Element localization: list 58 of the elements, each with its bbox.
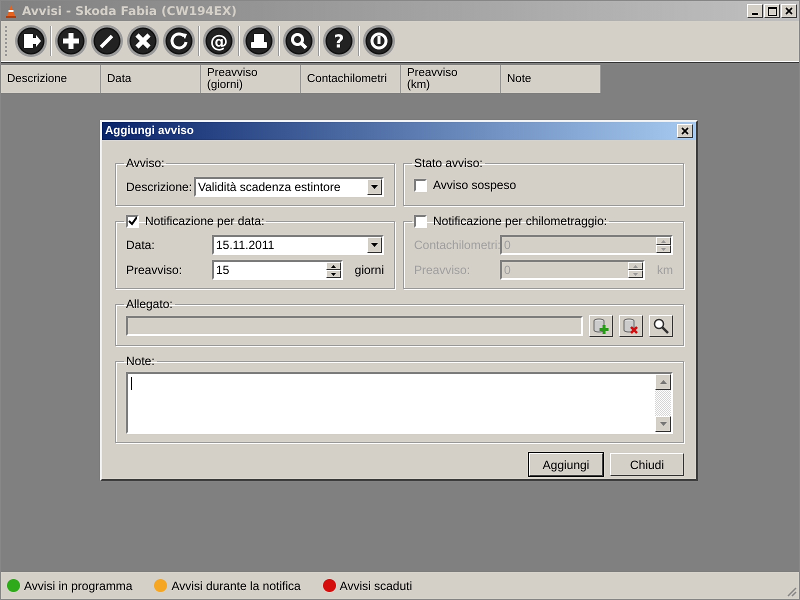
- checkbox-label: Avviso sospeso: [433, 178, 516, 192]
- cone-icon: [5, 4, 17, 18]
- field-label: Descrizione:: [126, 180, 194, 194]
- group-label: Note:: [125, 354, 156, 368]
- print-button[interactable]: [242, 24, 276, 58]
- add-attachment-button[interactable]: [589, 315, 613, 337]
- legend-label: Avvisi durante la notifica: [171, 578, 301, 592]
- edit-button[interactable]: [90, 24, 124, 58]
- email-button[interactable]: @: [202, 24, 236, 58]
- exit-button[interactable]: [14, 24, 48, 58]
- checkbox[interactable]: [414, 178, 427, 192]
- description-dropdown[interactable]: Validità scadenza estintore: [194, 177, 384, 197]
- legend-label: Avvisi scaduti: [340, 578, 412, 592]
- power-button[interactable]: [362, 24, 396, 58]
- date-dropdown[interactable]: 15.11.2011: [212, 235, 384, 255]
- field-label: Data:: [126, 238, 156, 252]
- legend-label: Avvisi in programma: [24, 578, 132, 592]
- remove-attachment-button[interactable]: [619, 315, 643, 337]
- field-label: Preavviso:: [126, 263, 184, 277]
- minimize-button[interactable]: [747, 4, 763, 18]
- close-icon: [785, 7, 793, 15]
- search-button[interactable]: [649, 315, 673, 337]
- unit-label: giorni: [354, 263, 384, 277]
- window-title: Avvisi - Skoda Fabia (CW194EX): [22, 4, 237, 18]
- notes-field[interactable]: [126, 372, 673, 434]
- up-arrow-icon[interactable]: [330, 264, 336, 268]
- group-label: Notificazione per chilometraggio:: [433, 214, 608, 228]
- column-header[interactable]: Preavviso (giorni): [201, 65, 301, 93]
- maximize-button[interactable]: [764, 4, 780, 18]
- close-dialog-button[interactable]: Chiudi: [610, 453, 684, 476]
- help-button[interactable]: ?: [322, 24, 356, 58]
- number-spinner[interactable]: 15: [212, 260, 343, 280]
- down-arrow-icon[interactable]: [330, 272, 336, 276]
- column-header[interactable]: Note: [501, 65, 601, 93]
- refresh-button[interactable]: [162, 24, 196, 58]
- close-button[interactable]: [781, 4, 797, 18]
- add-button[interactable]: [54, 24, 88, 58]
- group-label: Avviso:: [125, 156, 166, 170]
- attachment-field[interactable]: [126, 316, 583, 336]
- maximize-icon: [768, 6, 776, 16]
- checkbox[interactable]: [414, 214, 427, 228]
- search-button[interactable]: [282, 24, 316, 58]
- close-icon: [681, 127, 689, 135]
- resize-grip-icon[interactable]: [786, 586, 797, 597]
- close-button[interactable]: [677, 124, 693, 138]
- group-label: Stato avviso:: [413, 156, 484, 170]
- column-header[interactable]: Preavviso (km): [401, 65, 501, 93]
- checkbox[interactable]: [126, 214, 139, 228]
- caret-icon: [371, 243, 378, 247]
- dialog-title: Aggiungi avviso: [105, 125, 194, 137]
- group-label: Allegato:: [125, 297, 174, 311]
- caret-icon: [371, 185, 378, 189]
- group-label: Notificazione per data:: [145, 214, 264, 228]
- delete-button[interactable]: [126, 24, 160, 58]
- column-header[interactable]: Contachilometri: [301, 65, 401, 93]
- add-button[interactable]: Aggiungi: [529, 453, 603, 476]
- column-header[interactable]: Descrizione: [1, 65, 101, 93]
- column-header[interactable]: Data: [101, 65, 201, 93]
